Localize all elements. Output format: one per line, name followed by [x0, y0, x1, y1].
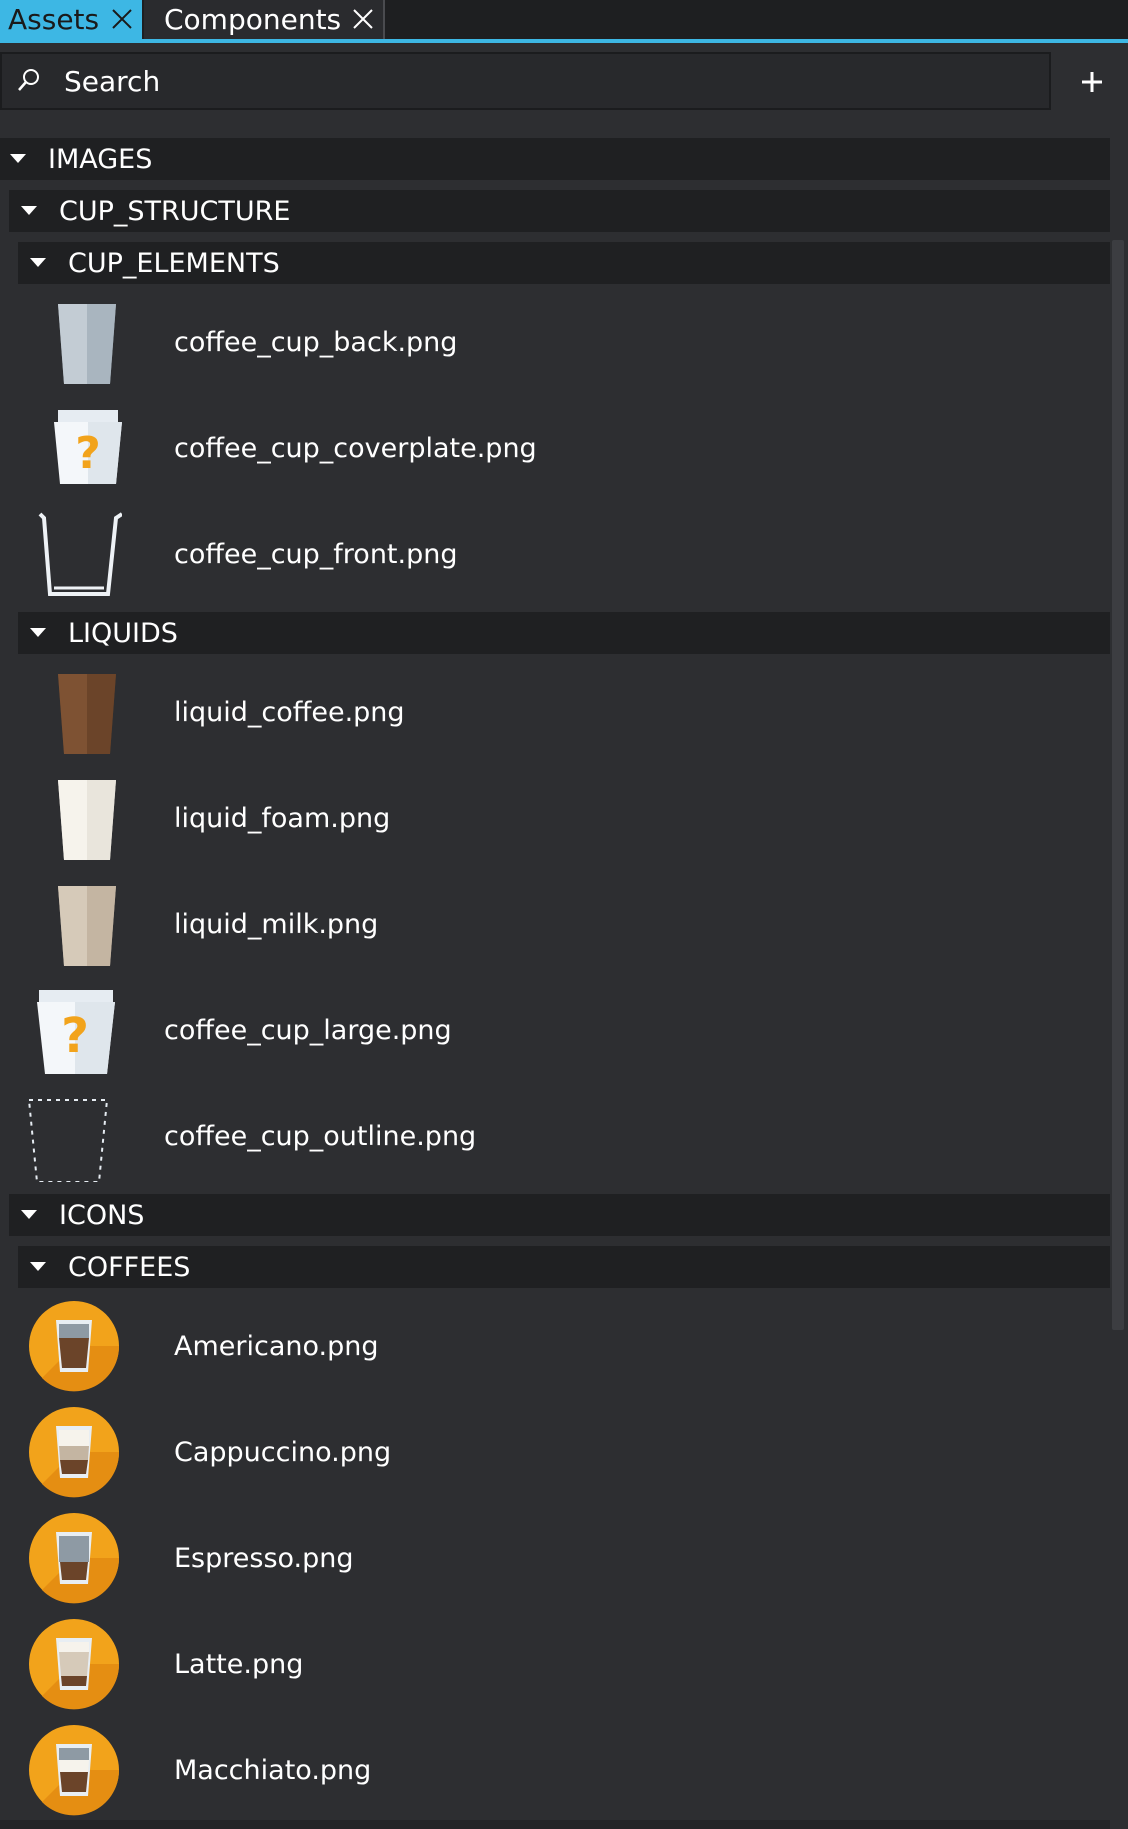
list-item[interactable]: ? coffee_cup_coverplate.png: [18, 395, 1110, 501]
americano-icon: [29, 1301, 120, 1392]
asset-label: coffee_cup_large.png: [164, 1014, 452, 1046]
coffee-cup-front-thumbnail: [38, 512, 122, 596]
asset-label: coffee_cup_front.png: [174, 538, 458, 570]
folder-liquids[interactable]: LIQUIDS: [18, 612, 1110, 654]
asset-label: coffee_cup_back.png: [174, 326, 458, 358]
chevron-down-icon: [30, 628, 46, 637]
search-bar: [0, 52, 1051, 110]
coffee-cup-large-thumbnail: ?: [37, 990, 115, 1074]
espresso-icon: [29, 1513, 120, 1604]
chevron-down-icon: [10, 154, 26, 163]
macchiato-icon: [29, 1725, 120, 1816]
plus-icon: [1082, 72, 1102, 92]
asset-label: coffee_cup_coverplate.png: [174, 432, 537, 464]
cappuccino-icon: [29, 1407, 120, 1498]
asset-label: liquid_milk.png: [174, 908, 379, 940]
asset-label: Americano.png: [174, 1330, 379, 1362]
search-input[interactable]: [62, 63, 966, 99]
list-item[interactable]: Americano.png: [18, 1293, 1110, 1399]
folder-cup-structure[interactable]: CUP_STRUCTURE: [9, 190, 1110, 232]
asset-label: liquid_coffee.png: [174, 696, 405, 728]
tab-components-label: Components: [164, 3, 342, 36]
search-icon: [18, 69, 39, 91]
asset-label: coffee_cup_outline.png: [164, 1120, 477, 1152]
list-item[interactable]: coffee_cup_outline.png: [9, 1083, 1110, 1189]
folder-images[interactable]: IMAGES: [0, 138, 1110, 180]
add-asset-button[interactable]: [1072, 62, 1112, 102]
chevron-down-icon: [30, 1262, 46, 1271]
folder-images-label: IMAGES: [48, 143, 153, 175]
list-item[interactable]: coffee_cup_back.png: [18, 289, 1110, 395]
list-item[interactable]: Espresso.png: [18, 1505, 1110, 1611]
list-item[interactable]: coffee_cup_front.png: [18, 501, 1110, 607]
svg-text:?: ?: [61, 1008, 89, 1064]
coffee-cup-back-thumbnail: [58, 304, 116, 384]
tab-assets[interactable]: Assets: [0, 0, 142, 39]
tab-assets-label: Assets: [8, 3, 100, 36]
list-item[interactable]: Cappuccino.png: [18, 1399, 1110, 1505]
list-item[interactable]: ? coffee_cup_large.png: [9, 977, 1110, 1083]
chevron-down-icon: [30, 258, 46, 267]
list-item[interactable]: Macchiato.png: [18, 1717, 1110, 1823]
tab-bar: Assets Components: [0, 0, 1128, 43]
asset-label: Macchiato.png: [174, 1754, 372, 1786]
svg-text:?: ?: [75, 428, 101, 479]
latte-icon: [29, 1619, 120, 1710]
tab-components[interactable]: Components: [144, 0, 385, 39]
chevron-down-icon: [21, 1210, 37, 1219]
folder-cup-structure-label: CUP_STRUCTURE: [59, 195, 291, 227]
close-icon[interactable]: [108, 5, 136, 33]
asset-label: Latte.png: [174, 1648, 304, 1680]
asset-label: Espresso.png: [174, 1542, 354, 1574]
folder-icons-label: ICONS: [59, 1199, 145, 1231]
coffee-cup-outline-thumbnail: [27, 1099, 109, 1182]
folder-liquids-label: LIQUIDS: [68, 617, 178, 649]
liquid-coffee-thumbnail: [58, 674, 116, 754]
asset-label: liquid_foam.png: [174, 802, 391, 834]
asset-label: Cappuccino.png: [174, 1436, 392, 1468]
chevron-down-icon: [21, 206, 37, 215]
scrollbar-thumb[interactable]: [1112, 240, 1124, 1330]
folder-icons[interactable]: ICONS: [9, 1194, 1110, 1236]
list-item[interactable]: liquid_milk.png: [18, 871, 1110, 977]
liquid-milk-thumbnail: [58, 886, 116, 966]
folder-coffees-label: COFFEES: [68, 1251, 191, 1283]
list-item[interactable]: liquid_foam.png: [18, 765, 1110, 871]
close-icon[interactable]: [349, 5, 377, 33]
list-item[interactable]: liquid_coffee.png: [18, 659, 1110, 765]
folder-coffees[interactable]: COFFEES: [18, 1246, 1110, 1288]
list-item[interactable]: Latte.png: [18, 1611, 1110, 1717]
coffee-cup-coverplate-thumbnail: ?: [54, 410, 122, 484]
folder-cup-elements[interactable]: CUP_ELEMENTS: [18, 242, 1110, 284]
liquid-foam-thumbnail: [58, 780, 116, 860]
folder-cup-elements-label: CUP_ELEMENTS: [68, 247, 280, 279]
divider: [0, 1820, 1110, 1829]
